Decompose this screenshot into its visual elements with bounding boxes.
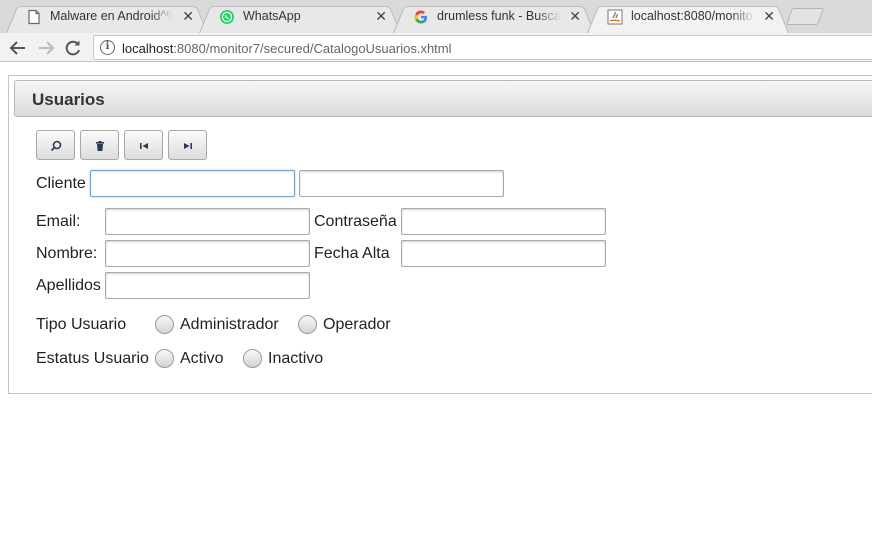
info-icon[interactable]: i <box>100 40 115 55</box>
document-icon <box>28 9 40 25</box>
radio-inactivo-label[interactable]: Inactivo <box>268 350 323 368</box>
last-record-icon <box>184 143 192 149</box>
close-icon[interactable]: ✕ <box>182 8 194 24</box>
close-icon[interactable]: ✕ <box>763 8 775 24</box>
tab-malware-android[interactable]: Malware en Android^% | ✕ <box>6 2 208 34</box>
password-field[interactable] <box>401 208 606 235</box>
tab-whatsapp[interactable]: WhatsApp ✕ <box>199 2 401 34</box>
close-icon[interactable]: ✕ <box>569 8 581 24</box>
apellidos-field[interactable] <box>105 272 310 299</box>
apellidos-label: Apellidos <box>36 277 101 294</box>
java-icon <box>607 9 623 25</box>
cliente-name-input[interactable] <box>299 170 504 197</box>
reload-icon[interactable] <box>62 37 84 59</box>
panel-header: Usuarios <box>14 80 872 117</box>
search-icon <box>50 140 62 152</box>
tipo-usuario-label: Tipo Usuario <box>36 316 127 333</box>
radio-inactivo[interactable] <box>243 349 262 368</box>
tab-catalogo-usuarios[interactable]: localhost:8080/monitor7/secured/Catalogo… <box>587 2 789 34</box>
nombre-field[interactable] <box>105 240 310 267</box>
tab-google-search[interactable]: drumless funk - Buscar con Google ✕ <box>393 2 595 34</box>
search-button[interactable] <box>36 130 75 160</box>
cliente-code-input[interactable] <box>90 170 295 197</box>
radio-administrador[interactable] <box>155 315 174 334</box>
estatus-usuario-label: Estatus Usuario <box>36 350 149 367</box>
back-arrow-icon[interactable] <box>7 37 29 59</box>
radio-activo-label[interactable]: Activo <box>180 350 224 368</box>
fecha-alta-label: Fecha Alta <box>314 245 390 262</box>
radio-operador[interactable] <box>298 315 317 334</box>
trash-icon <box>96 141 104 151</box>
delete-button[interactable] <box>80 130 119 160</box>
radio-administrador-label[interactable]: Administrador <box>180 316 279 334</box>
address-path: :8080/monitor7/secured/CatalogoUsuarios.… <box>173 41 452 56</box>
forward-arrow-icon[interactable] <box>35 37 57 59</box>
password-label: Contraseña <box>314 213 397 230</box>
close-icon[interactable]: ✕ <box>375 8 387 24</box>
tab-strip: Malware en Android^% | ✕ WhatsApp ✕ drum… <box>0 0 872 34</box>
google-icon <box>414 10 427 24</box>
radio-activo[interactable] <box>155 349 174 368</box>
cliente-label: Cliente <box>36 175 86 192</box>
tab-title: Malware en Android^% | <box>50 9 174 23</box>
panel-title: Usuarios <box>32 90 105 109</box>
email-label: Email: <box>36 213 81 230</box>
browser-toolbar: i localhost:8080/monitor7/secured/Catalo… <box>0 33 872 62</box>
first-record-icon <box>140 143 148 149</box>
email-field[interactable] <box>105 208 310 235</box>
tab-title: WhatsApp <box>243 9 367 23</box>
whatsapp-icon <box>220 10 234 24</box>
address-url: localhost:8080/monitor7/secured/Catalogo… <box>122 41 452 56</box>
address-host: localhost <box>122 41 174 56</box>
tab-title: localhost:8080/monitor7/secured/Catalogo… <box>631 9 755 23</box>
new-tab-button[interactable] <box>785 8 825 25</box>
last-record-button[interactable] <box>168 130 207 160</box>
nombre-label: Nombre: <box>36 245 98 262</box>
first-record-button[interactable] <box>124 130 163 160</box>
radio-operador-label[interactable]: Operador <box>323 316 391 334</box>
fecha-alta-field[interactable] <box>401 240 606 267</box>
tab-title: drumless funk - Buscar con Google <box>437 9 561 23</box>
address-bar[interactable]: i localhost:8080/monitor7/secured/Catalo… <box>93 35 872 60</box>
